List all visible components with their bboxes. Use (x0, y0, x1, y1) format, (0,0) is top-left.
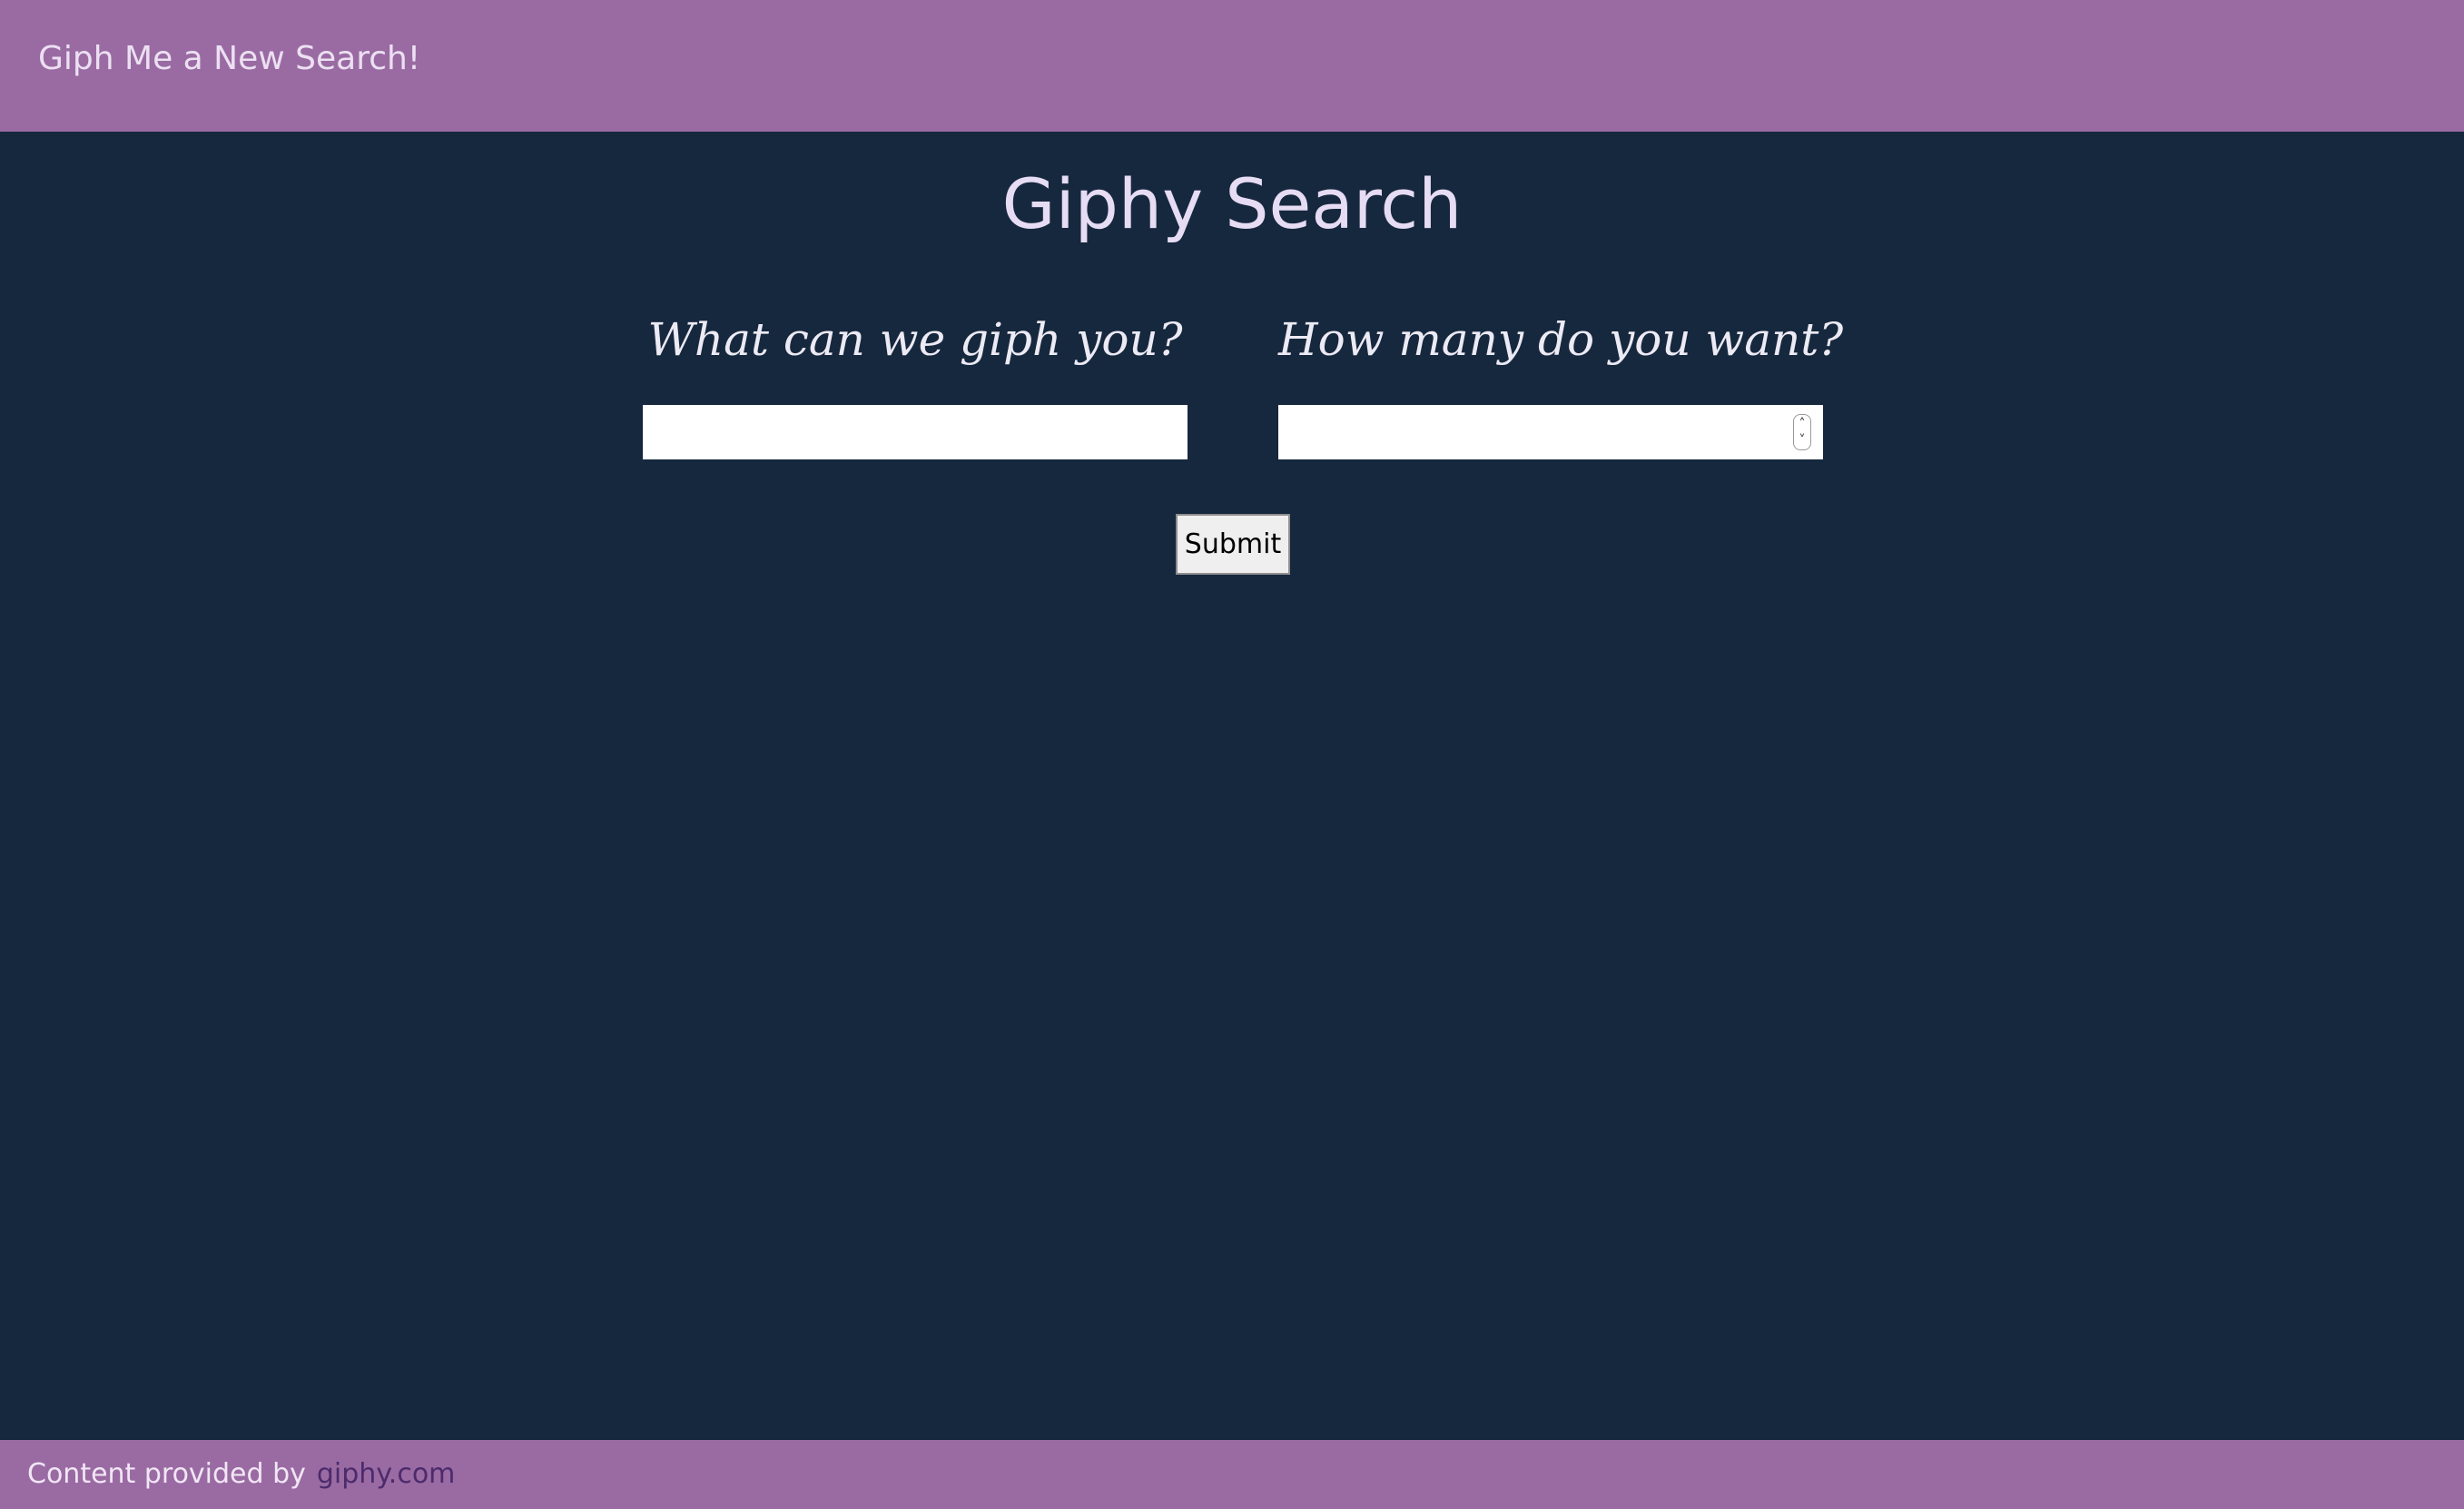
footer-credit-text: Content provided by (27, 1458, 306, 1490)
page-title: Giphy Search (1001, 163, 1463, 244)
search-input[interactable] (643, 405, 1188, 459)
count-label: How many do you want? (1278, 313, 1844, 366)
count-input[interactable] (1278, 405, 1823, 459)
footer-credit: Content provided by giphy.com (27, 1458, 455, 1490)
search-label: What can we giph you? (647, 313, 1183, 366)
submit-button[interactable]: Submit (1176, 514, 1290, 575)
giphy-link[interactable]: giphy.com (317, 1458, 456, 1490)
chevron-down-icon[interactable]: ˅ (1794, 432, 1810, 449)
navbar-brand-link[interactable]: Giph Me a New Search! (38, 40, 420, 77)
navbar: Giph Me a New Search! (0, 0, 2464, 132)
footer: Content provided by giphy.com (0, 1440, 2464, 1509)
chevron-up-icon[interactable]: ˄ (1794, 416, 1810, 432)
count-stepper[interactable]: ˄ ˅ (1793, 414, 1811, 450)
